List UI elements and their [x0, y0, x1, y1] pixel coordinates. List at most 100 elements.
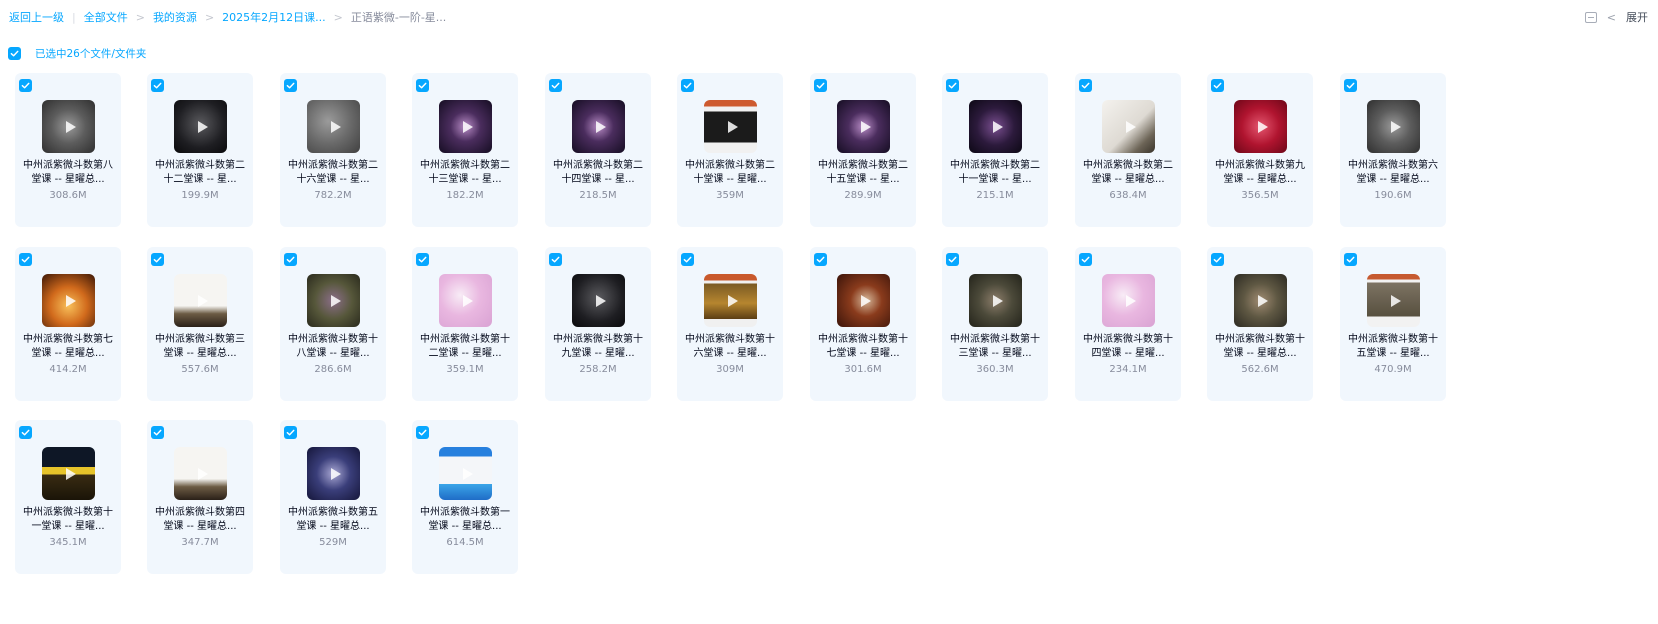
file-checkbox[interactable] — [416, 426, 429, 439]
file-checkbox[interactable] — [946, 79, 959, 92]
video-thumbnail[interactable] — [1367, 100, 1420, 153]
file-checkbox[interactable] — [416, 253, 429, 266]
file-checkbox[interactable] — [1079, 253, 1092, 266]
file-checkbox[interactable] — [1344, 253, 1357, 266]
video-thumbnail[interactable] — [704, 274, 757, 327]
file-checkbox[interactable] — [814, 79, 827, 92]
file-checkbox[interactable] — [814, 253, 827, 266]
video-thumbnail[interactable] — [174, 447, 227, 500]
file-name[interactable]: 中州派紫微斗数第八堂课 -- 星曜总... — [19, 159, 117, 187]
breadcrumb-item-all-files[interactable]: 全部文件 — [84, 9, 128, 25]
file-checkbox[interactable] — [19, 253, 32, 266]
file-card[interactable]: 中州派紫微斗数第十堂课 -- 星曜总... 562.6M — [1207, 247, 1313, 401]
file-checkbox[interactable] — [1211, 253, 1224, 266]
video-thumbnail[interactable] — [572, 100, 625, 153]
file-card[interactable]: 中州派紫微斗数第十五堂课 -- 星曜... 470.9M — [1340, 247, 1446, 401]
file-card[interactable]: 中州派紫微斗数第二十五堂课 -- 星... 289.9M — [810, 73, 916, 227]
file-card[interactable]: 中州派紫微斗数第二十堂课 -- 星曜... 359M — [677, 73, 783, 227]
file-checkbox[interactable] — [284, 253, 297, 266]
file-card[interactable]: 中州派紫微斗数第五堂课 -- 星曜总... 529M — [280, 420, 386, 574]
file-name[interactable]: 中州派紫微斗数第二十三堂课 -- 星... — [416, 159, 514, 187]
video-thumbnail[interactable] — [1102, 100, 1155, 153]
file-name[interactable]: 中州派紫微斗数第二十堂课 -- 星曜... — [681, 159, 779, 187]
file-name[interactable]: 中州派紫微斗数第二十五堂课 -- 星... — [814, 159, 912, 187]
file-card[interactable]: 中州派紫微斗数第十八堂课 -- 星曜... 286.6M — [280, 247, 386, 401]
video-thumbnail[interactable] — [969, 100, 1022, 153]
video-thumbnail[interactable] — [174, 274, 227, 327]
video-thumbnail[interactable] — [1102, 274, 1155, 327]
file-card[interactable]: 中州派紫微斗数第二堂课 -- 星曜总... 638.4M — [1075, 73, 1181, 227]
video-thumbnail[interactable] — [572, 274, 625, 327]
file-card[interactable]: 中州派紫微斗数第十九堂课 -- 星曜... 258.2M — [545, 247, 651, 401]
file-card[interactable]: 中州派紫微斗数第三堂课 -- 星曜总... 557.6M — [147, 247, 253, 401]
file-name[interactable]: 中州派紫微斗数第二堂课 -- 星曜总... — [1079, 159, 1177, 187]
file-checkbox[interactable] — [284, 79, 297, 92]
file-checkbox[interactable] — [284, 426, 297, 439]
video-thumbnail[interactable] — [307, 100, 360, 153]
file-checkbox[interactable] — [946, 253, 959, 266]
file-card[interactable]: 中州派紫微斗数第十四堂课 -- 星曜... 234.1M — [1075, 247, 1181, 401]
file-card[interactable]: 中州派紫微斗数第二十六堂课 -- 星... 782.2M — [280, 73, 386, 227]
file-name[interactable]: 中州派紫微斗数第三堂课 -- 星曜总... — [151, 333, 249, 361]
file-card[interactable]: 中州派紫微斗数第十二堂课 -- 星曜... 359.1M — [412, 247, 518, 401]
select-all-checkbox[interactable] — [8, 46, 21, 60]
file-name[interactable]: 中州派紫微斗数第十七堂课 -- 星曜... — [814, 333, 912, 361]
expand-button[interactable]: 展开 — [1626, 9, 1648, 25]
file-checkbox[interactable] — [151, 426, 164, 439]
file-name[interactable]: 中州派紫微斗数第十六堂课 -- 星曜... — [681, 333, 779, 361]
file-name[interactable]: 中州派紫微斗数第十一堂课 -- 星曜... — [19, 506, 117, 534]
video-thumbnail[interactable] — [969, 274, 1022, 327]
video-thumbnail[interactable] — [439, 447, 492, 500]
file-name[interactable]: 中州派紫微斗数第七堂课 -- 星曜总... — [19, 333, 117, 361]
file-checkbox[interactable] — [549, 79, 562, 92]
video-thumbnail[interactable] — [439, 100, 492, 153]
file-card[interactable]: 中州派紫微斗数第二十三堂课 -- 星... 182.2M — [412, 73, 518, 227]
file-name[interactable]: 中州派紫微斗数第十八堂课 -- 星曜... — [284, 333, 382, 361]
file-card[interactable]: 中州派紫微斗数第九堂课 -- 星曜总... 356.5M — [1207, 73, 1313, 227]
file-card[interactable]: 中州派紫微斗数第六堂课 -- 星曜总... 190.6M — [1340, 73, 1446, 227]
file-name[interactable]: 中州派紫微斗数第四堂课 -- 星曜总... — [151, 506, 249, 534]
file-card[interactable]: 中州派紫微斗数第一堂课 -- 星曜总... 614.5M — [412, 420, 518, 574]
file-name[interactable]: 中州派紫微斗数第二十四堂课 -- 星... — [549, 159, 647, 187]
video-thumbnail[interactable] — [837, 100, 890, 153]
file-name[interactable]: 中州派紫微斗数第一堂课 -- 星曜总... — [416, 506, 514, 534]
file-card[interactable]: 中州派紫微斗数第八堂课 -- 星曜总... 308.6M — [15, 73, 121, 227]
file-card[interactable]: 中州派紫微斗数第二十二堂课 -- 星... 199.9M — [147, 73, 253, 227]
file-checkbox[interactable] — [1211, 79, 1224, 92]
file-checkbox[interactable] — [681, 253, 694, 266]
file-name[interactable]: 中州派紫微斗数第十五堂课 -- 星曜... — [1344, 333, 1442, 361]
file-name[interactable]: 中州派紫微斗数第十二堂课 -- 星曜... — [416, 333, 514, 361]
file-card[interactable]: 中州派紫微斗数第十三堂课 -- 星曜... 360.3M — [942, 247, 1048, 401]
file-checkbox[interactable] — [19, 79, 32, 92]
video-thumbnail[interactable] — [1234, 100, 1287, 153]
breadcrumb-item-my-resources[interactable]: 我的资源 — [153, 9, 197, 25]
file-checkbox[interactable] — [1079, 79, 1092, 92]
back-link[interactable]: 返回上一级 — [9, 9, 64, 25]
file-checkbox[interactable] — [416, 79, 429, 92]
file-name[interactable]: 中州派紫微斗数第六堂课 -- 星曜总... — [1344, 159, 1442, 187]
file-name[interactable]: 中州派紫微斗数第十三堂课 -- 星曜... — [946, 333, 1044, 361]
file-checkbox[interactable] — [151, 79, 164, 92]
video-thumbnail[interactable] — [704, 100, 757, 153]
video-thumbnail[interactable] — [307, 274, 360, 327]
video-thumbnail[interactable] — [42, 447, 95, 500]
file-name[interactable]: 中州派紫微斗数第二十六堂课 -- 星... — [284, 159, 382, 187]
video-thumbnail[interactable] — [174, 100, 227, 153]
file-card[interactable]: 中州派紫微斗数第十一堂课 -- 星曜... 345.1M — [15, 420, 121, 574]
file-name[interactable]: 中州派紫微斗数第十堂课 -- 星曜总... — [1211, 333, 1309, 361]
file-checkbox[interactable] — [681, 79, 694, 92]
file-checkbox[interactable] — [151, 253, 164, 266]
file-checkbox[interactable] — [1344, 79, 1357, 92]
file-card[interactable]: 中州派紫微斗数第十六堂课 -- 星曜... 309M — [677, 247, 783, 401]
video-thumbnail[interactable] — [307, 447, 360, 500]
file-name[interactable]: 中州派紫微斗数第五堂课 -- 星曜总... — [284, 506, 382, 534]
file-checkbox[interactable] — [19, 426, 32, 439]
file-name[interactable]: 中州派紫微斗数第十四堂课 -- 星曜... — [1079, 333, 1177, 361]
file-card[interactable]: 中州派紫微斗数第二十一堂课 -- 星... 215.1M — [942, 73, 1048, 227]
file-card[interactable]: 中州派紫微斗数第七堂课 -- 星曜总... 414.2M — [15, 247, 121, 401]
video-thumbnail[interactable] — [837, 274, 890, 327]
file-card[interactable]: 中州派紫微斗数第二十四堂课 -- 星... 218.5M — [545, 73, 651, 227]
file-name[interactable]: 中州派紫微斗数第十九堂课 -- 星曜... — [549, 333, 647, 361]
video-thumbnail[interactable] — [1367, 274, 1420, 327]
file-name[interactable]: 中州派紫微斗数第二十二堂课 -- 星... — [151, 159, 249, 187]
